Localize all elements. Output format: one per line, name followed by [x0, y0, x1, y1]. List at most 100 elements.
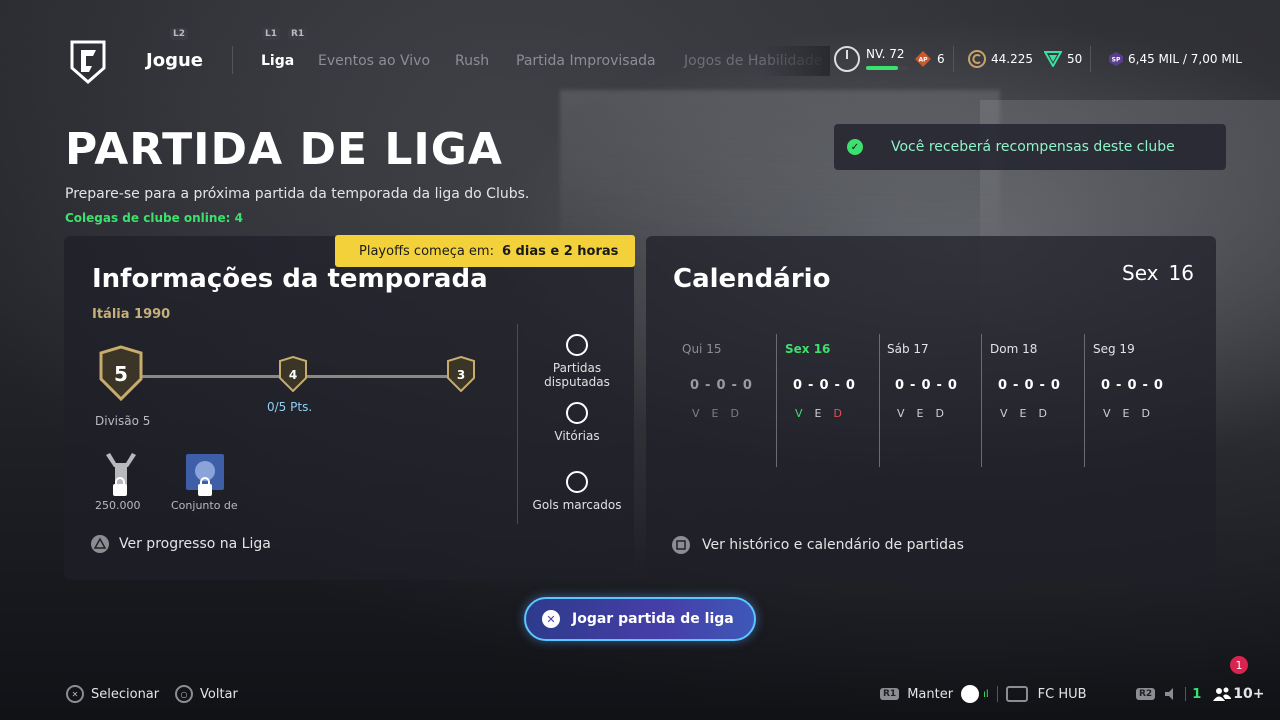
- day-score: 0-0-0: [998, 378, 1066, 393]
- calendar-day[interactable]: Sáb 17 0-0-0 VED: [879, 334, 982, 467]
- day-score: 0-0-0: [895, 378, 963, 393]
- level-text: NV. 72: [866, 47, 905, 61]
- league-progress-link[interactable]: Ver progresso na Liga: [91, 535, 271, 553]
- day-score: 0-0-0: [1101, 378, 1169, 393]
- fc-hub-label: FC HUB: [1037, 686, 1087, 702]
- coins-value: 44.225: [991, 52, 1033, 66]
- stat-ring-icon: [566, 471, 588, 493]
- back-label: Voltar: [200, 686, 238, 702]
- tab-rush[interactable]: Rush: [455, 53, 489, 69]
- coins-indicator: 44.225: [968, 44, 1033, 74]
- division-4-shield-icon: 4: [279, 356, 307, 392]
- ea-icon: [961, 685, 980, 703]
- history-calendar-label: Ver histórico e calendário de partidas: [702, 537, 964, 553]
- tab-liga[interactable]: Liga: [261, 53, 294, 69]
- day-ved: VED: [897, 407, 956, 420]
- online-teammates: Colegas de clube online: 4: [65, 211, 243, 225]
- calendar-today-num: 16: [1168, 261, 1194, 285]
- history-calendar-link[interactable]: Ver histórico e calendário de partidas: [672, 536, 964, 554]
- check-icon: ✓: [847, 139, 863, 155]
- day-ved: VED: [795, 407, 854, 420]
- level-icon: [834, 46, 860, 72]
- calendar-today: Sex 16: [1122, 261, 1194, 285]
- page-subtitle: Prepare-se para a próxima partida da tem…: [65, 186, 530, 202]
- stat-wins-label: Vitórias: [554, 429, 600, 443]
- stat-matches-played: Partidas disputadas: [522, 334, 632, 389]
- calendar-day-today[interactable]: Sex 16 0-0-0 VED: [777, 334, 880, 467]
- nav-jogue[interactable]: Jogue: [146, 50, 203, 71]
- day-ved: VED: [1103, 407, 1162, 420]
- calendar-day[interactable]: Dom 18 0-0-0 VED: [982, 334, 1085, 467]
- day-label: Dom 18: [990, 342, 1038, 356]
- playoffs-banner: Playoffs começa em: 6 dias e 2 horas: [335, 235, 635, 267]
- r1-chip: R1: [880, 688, 900, 700]
- calendar-today-day: Sex: [1122, 261, 1159, 285]
- tab-eventos-ao-vivo[interactable]: Eventos ao Vivo: [318, 53, 430, 69]
- friends-icon: [1213, 687, 1232, 701]
- sp-value: 6,45 MIL / 7,00 MIL: [1128, 52, 1242, 66]
- cross-button-icon: ✕: [66, 685, 84, 703]
- calendar-day[interactable]: Qui 15 0-0-0 VED: [674, 334, 777, 467]
- square-button-icon: [672, 536, 690, 554]
- stat-ring-icon: [566, 334, 588, 356]
- playoffs-label: Playoffs começa em:: [359, 243, 494, 259]
- r2-chip: R2: [1136, 688, 1156, 700]
- hold-hint[interactable]: R1 Manter ıl FC HUB: [880, 684, 1087, 704]
- hold-label: Manter: [907, 686, 954, 702]
- speaker-icon: [1165, 688, 1174, 700]
- svg-text:4: 4: [289, 368, 297, 382]
- fc-hub-icon: [1005, 686, 1028, 702]
- coin-icon: [968, 50, 986, 68]
- day-label: Qui 15: [682, 342, 722, 356]
- calendar-day[interactable]: Seg 19 0-0-0 VED: [1085, 334, 1188, 467]
- stat-wins: Vitórias: [522, 402, 632, 443]
- lock-icon: [113, 477, 127, 496]
- points-value: 50: [1067, 52, 1083, 66]
- nav-fade: [760, 46, 830, 76]
- stat-ring-icon: [566, 402, 588, 424]
- stats-separator: [517, 324, 518, 524]
- play-league-match-button[interactable]: ✕ Jogar partida de liga: [524, 597, 756, 641]
- svg-text:3: 3: [457, 368, 465, 382]
- playoffs-countdown: 6 dias e 2 horas: [501, 243, 619, 259]
- svg-text:AP: AP: [918, 57, 928, 64]
- footer-divider: [996, 686, 998, 702]
- circle-button-icon: ○: [175, 685, 193, 703]
- rewards-notice-text: Você receberá recompensas deste clube: [891, 139, 1175, 155]
- tab-partida-improvisada[interactable]: Partida Improvisada: [516, 53, 656, 69]
- footer-divider-2: [1185, 687, 1187, 701]
- fc-points-icon: [1044, 51, 1062, 67]
- cross-button-icon: ✕: [542, 610, 560, 628]
- select-label: Selecionar: [91, 686, 160, 702]
- sp-icon: SP: [1109, 52, 1123, 66]
- stats-divider: [952, 46, 954, 72]
- svg-text:5: 5: [114, 362, 128, 386]
- page-title: PARTIDA DE LIGA: [65, 124, 503, 175]
- day-ved: VED: [692, 407, 751, 420]
- friends-count: 10+: [1233, 686, 1265, 702]
- play-league-match-label: Jogar partida de liga: [572, 611, 734, 627]
- select-hint[interactable]: ✕ Selecionar: [66, 684, 159, 704]
- l2-hint: L2: [170, 28, 188, 40]
- lock-icon-2: [198, 477, 212, 496]
- rewards-notice: ✓ Você receberá recompensas deste clube: [834, 124, 1226, 170]
- svg-text:SP: SP: [1112, 57, 1121, 64]
- stats-divider-2: [1090, 46, 1092, 72]
- day-score: 0-0-0: [690, 378, 758, 393]
- day-label: Seg 19: [1093, 342, 1135, 356]
- back-hint[interactable]: ○ Voltar: [175, 684, 238, 704]
- online-count: 1: [1192, 686, 1202, 702]
- day-score: 0-0-0: [793, 378, 861, 393]
- reward-coins: 250.000: [95, 499, 141, 512]
- signal-icon: ıl: [983, 688, 989, 700]
- reward-kit: Conjunto de: [171, 499, 238, 512]
- social-hint[interactable]: R2 1 10+: [1136, 684, 1264, 704]
- r1-hint: R1: [288, 28, 308, 40]
- level-indicator: NV. 72: [834, 44, 908, 74]
- l1-hint: L1: [262, 28, 280, 40]
- notification-badge[interactable]: 1: [1230, 656, 1248, 674]
- division-points: 0/5 Pts.: [267, 400, 313, 414]
- division-3-shield-icon: 3: [447, 356, 475, 392]
- nav-separator: [232, 46, 233, 74]
- ap-indicator: AP 6: [914, 44, 962, 74]
